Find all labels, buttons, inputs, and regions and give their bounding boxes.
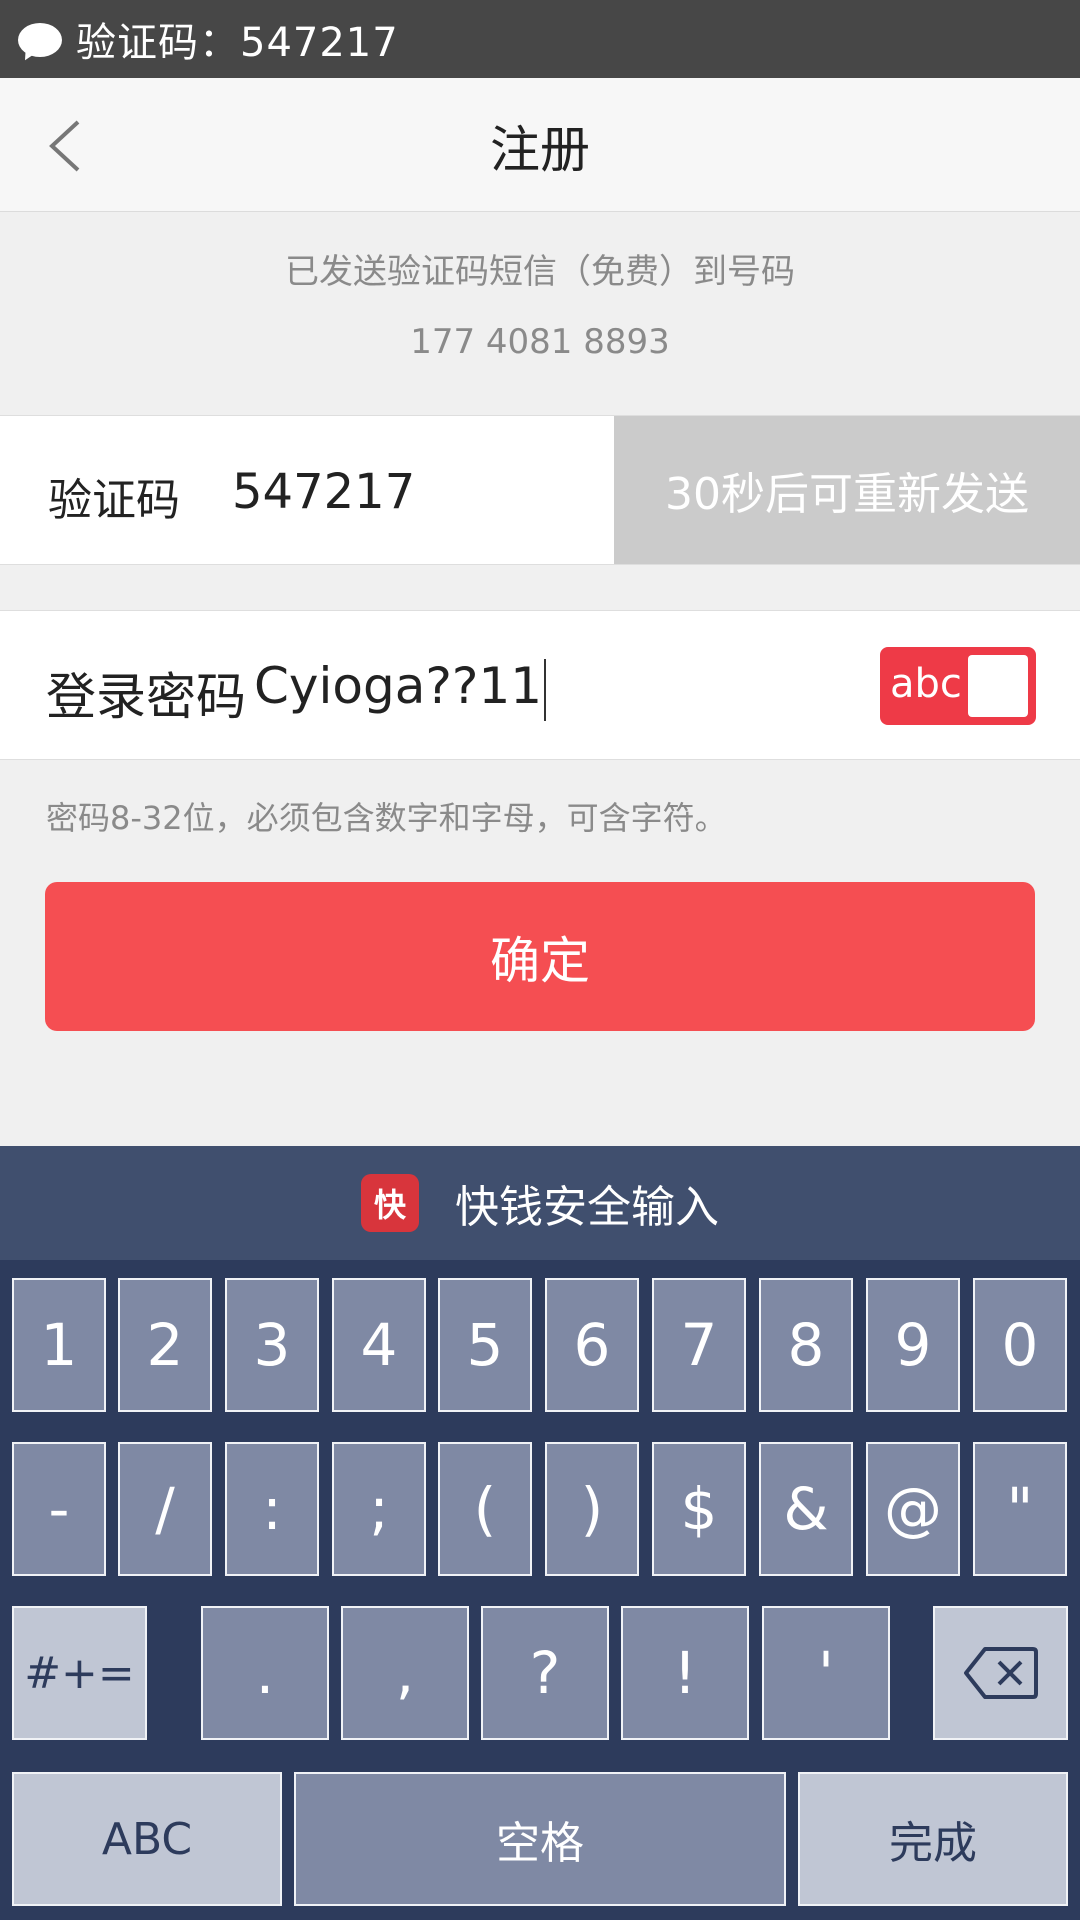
key[interactable]: . [201,1606,329,1740]
toggle-label: abc [890,661,962,707]
key[interactable]: : [225,1442,319,1576]
notification-bar[interactable]: 验证码：547217 [0,0,1080,78]
password-input[interactable]: Cyioga??11 [254,657,547,721]
verification-code-row: 验证码 547217 30秒后可重新发送 [0,415,1080,565]
key[interactable]: 5 [438,1278,532,1412]
keyboard-header: 快 快钱安全输入 [0,1146,1080,1260]
symbols-key[interactable]: #+= [12,1606,147,1740]
confirm-button[interactable]: 确定 [45,882,1035,1031]
key[interactable]: / [118,1442,212,1576]
sms-sent-text: 已发送验证码短信（免费）到号码 [285,252,795,292]
key[interactable]: 1 [12,1278,106,1412]
key[interactable]: ( [438,1442,532,1576]
key[interactable]: 0 [973,1278,1067,1412]
page-title: 注册 [490,121,590,179]
key[interactable]: $ [652,1442,746,1576]
key[interactable]: , [341,1606,469,1740]
key[interactable]: 7 [652,1278,746,1412]
password-value: Cyioga??11 [254,657,543,715]
phone-number: 177 4081 8893 [410,322,670,362]
key[interactable]: " [973,1442,1067,1576]
space-key[interactable]: 空格 [294,1772,786,1906]
kuaiqian-logo-icon: 快 [361,1174,419,1232]
password-label: 登录密码 [46,668,246,726]
toggle-knob [968,655,1028,717]
abc-key[interactable]: ABC [12,1772,282,1906]
key[interactable]: 9 [866,1278,960,1412]
key[interactable]: ; [332,1442,426,1576]
code-input[interactable]: 547217 [232,464,415,520]
message-icon [18,21,62,64]
key[interactable]: 2 [118,1278,212,1412]
password-hint: 密码8-32位，必须包含数字和字母，可含字符。 [46,799,727,837]
notification-text: 验证码：547217 [76,20,399,66]
key[interactable]: 4 [332,1278,426,1412]
keyboard-title: 快钱安全输入 [455,1182,719,1233]
password-row: 登录密码 Cyioga??11 abc [0,610,1080,760]
key[interactable]: ) [545,1442,639,1576]
key[interactable]: 8 [759,1278,853,1412]
code-label: 验证码 [48,475,180,526]
done-key[interactable]: 完成 [798,1772,1068,1906]
key[interactable]: & [759,1442,853,1576]
backspace-key[interactable] [933,1606,1068,1740]
title-bar: 注册 [0,78,1080,212]
key[interactable]: ! [621,1606,749,1740]
key[interactable]: ? [481,1606,609,1740]
text-cursor [544,658,547,721]
secure-keyboard: 1 2 3 4 5 6 7 8 9 0 - / : ; ( ) $ & @ " … [0,1260,1080,1920]
key[interactable]: - [12,1442,106,1576]
resend-button[interactable]: 30秒后可重新发送 [614,416,1080,564]
backspace-icon [963,1647,1038,1699]
show-password-toggle[interactable]: abc [880,647,1036,725]
key[interactable]: ' [762,1606,890,1740]
key[interactable]: @ [866,1442,960,1576]
key[interactable]: 6 [545,1278,639,1412]
key[interactable]: 3 [225,1278,319,1412]
